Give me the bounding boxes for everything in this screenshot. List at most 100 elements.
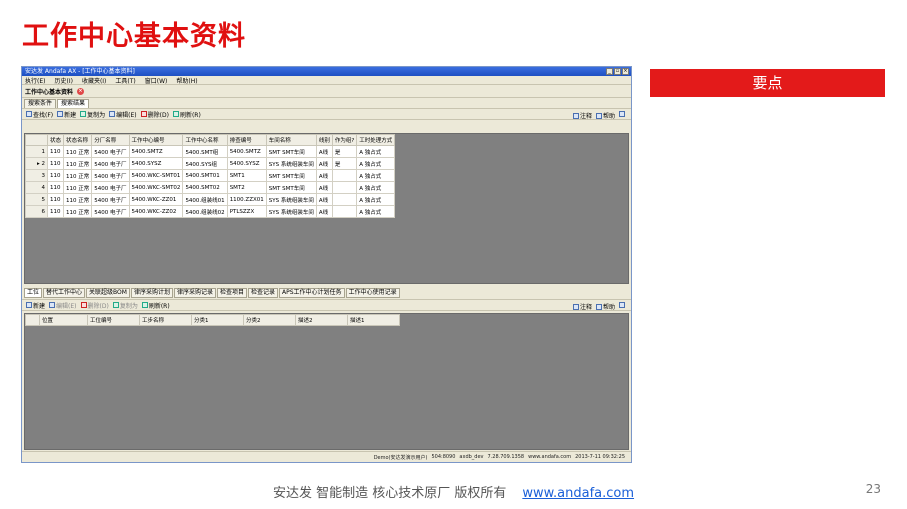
notes-button[interactable]: 注释: [572, 111, 592, 120]
table-cell[interactable]: A 独占式: [356, 181, 396, 194]
table-cell[interactable]: 5400.WKC-ZZ01: [128, 193, 184, 206]
edit-button[interactable]: 编辑(E): [109, 110, 137, 119]
tab-detail[interactable]: 检查记录: [248, 288, 279, 298]
table-cell[interactable]: 是: [331, 145, 358, 158]
tab-detail[interactable]: APS工作中心计划任务: [279, 288, 345, 298]
table-cell[interactable]: PTLSZZX: [226, 205, 267, 218]
column-header[interactable]: 工位编号: [87, 314, 140, 326]
table-cell[interactable]: A线: [315, 181, 333, 194]
table-cell[interactable]: A线: [315, 169, 333, 182]
table-cell[interactable]: A线: [315, 157, 333, 170]
settings-icon[interactable]: [619, 111, 625, 117]
table-cell[interactable]: A 独占式: [356, 205, 396, 218]
table-row[interactable]: 5 110 110 正常 5400 电子厂 5400.WKC-ZZ01 5400.组装线0…: [25, 193, 396, 206]
detail-delete-button[interactable]: 删除(D): [80, 301, 109, 310]
table-cell[interactable]: 5400.SYS组: [182, 157, 228, 170]
table-cell[interactable]: A 独占式: [356, 157, 396, 170]
minimize-button[interactable]: _: [606, 68, 613, 75]
tab-detail[interactable]: 替代工作中心: [43, 288, 86, 298]
table-cell[interactable]: 5400.SYSZ: [226, 157, 267, 170]
table-cell[interactable]: 110 正常: [63, 145, 93, 158]
table-cell[interactable]: 5400 电子厂: [91, 181, 130, 194]
detail-edit-button[interactable]: 编辑(E): [49, 301, 77, 310]
tab-detail[interactable]: 工作中心使用记录: [345, 288, 400, 298]
table-cell[interactable]: A线: [315, 145, 333, 158]
column-header[interactable]: 分类1: [191, 314, 244, 326]
refresh-button[interactable]: 刷新(R): [172, 110, 201, 119]
table-cell[interactable]: A 独占式: [356, 145, 396, 158]
column-header[interactable]: 工时处理方式: [356, 134, 396, 146]
table-cell[interactable]: 110 正常: [63, 181, 93, 194]
table-cell[interactable]: SMT SMT车间: [265, 145, 317, 158]
column-header[interactable]: 描述2: [295, 314, 348, 326]
table-cell[interactable]: 5400 电子厂: [91, 145, 130, 158]
table-cell[interactable]: [331, 181, 358, 194]
menu-help[interactable]: 帮助(H): [176, 76, 197, 85]
table-cell[interactable]: 5400.SMT01: [182, 169, 228, 182]
tab-detail[interactable]: 检查项目: [216, 288, 247, 298]
table-cell[interactable]: SMT SMT车间: [265, 181, 317, 194]
table-cell[interactable]: 5400.组装线02: [182, 205, 228, 218]
menu-window[interactable]: 窗口(W): [145, 76, 168, 85]
footer-link[interactable]: www.andafa.com: [522, 486, 634, 501]
table-cell[interactable]: SMT1: [226, 169, 267, 182]
column-header[interactable]: 状态名称: [63, 134, 93, 146]
table-cell[interactable]: 5400 电子厂: [91, 157, 130, 170]
column-header[interactable]: 描述1: [347, 314, 400, 326]
table-cell[interactable]: 是: [331, 157, 358, 170]
tab-detail[interactable]: 律序采购记录: [173, 288, 216, 298]
table-cell[interactable]: SYS 系统组装车间: [265, 157, 317, 170]
close-button[interactable]: ×: [622, 68, 629, 75]
table-row[interactable]: ▸ 2 110 110 正常 5400 电子厂 5400.SYSZ 5400.SYS组 54…: [25, 157, 396, 170]
table-cell[interactable]: 110: [46, 205, 65, 218]
table-cell[interactable]: 110: [46, 169, 65, 182]
help-button[interactable]: 帮助: [595, 111, 615, 120]
delete-button[interactable]: 删除(D): [140, 110, 169, 119]
table-cell[interactable]: 110: [46, 181, 65, 194]
table-cell[interactable]: A 独占式: [356, 193, 396, 206]
table-cell[interactable]: [331, 193, 358, 206]
table-cell[interactable]: 5400.SMTZ: [226, 145, 267, 158]
table-row[interactable]: 6 110 110 正常 5400 电子厂 5400.WKC-ZZ02 5400.组装线0…: [25, 205, 396, 218]
table-cell[interactable]: 110: [46, 145, 65, 158]
table-cell[interactable]: SMT SMT车间: [265, 169, 317, 182]
column-header[interactable]: 工步名称: [139, 314, 192, 326]
table-cell[interactable]: SYS 系统组装车间: [265, 205, 317, 218]
table-cell[interactable]: 5400.SMT组: [182, 145, 228, 158]
detail-help-button[interactable]: 帮助: [595, 302, 615, 311]
column-header[interactable]: 分类2: [243, 314, 296, 326]
tab-detail[interactable]: 工位: [24, 288, 43, 298]
table-cell[interactable]: 5400.WKC-SMT01: [128, 169, 184, 182]
table-cell[interactable]: 5400 电子厂: [91, 205, 130, 218]
table-cell[interactable]: A线: [315, 205, 333, 218]
table-row[interactable]: 4 110 110 正常 5400 电子厂 5400.WKC-SMT02 5400.SMT…: [25, 181, 396, 194]
table-cell[interactable]: 5400.SYSZ: [128, 157, 184, 170]
table-cell[interactable]: 110 正常: [63, 169, 93, 182]
table-cell[interactable]: 5400.SMT02: [182, 181, 228, 194]
table-cell[interactable]: 5400.SMTZ: [128, 145, 184, 158]
table-cell[interactable]: 110 正常: [63, 157, 93, 170]
tab-detail[interactable]: 律序采购计划: [130, 288, 173, 298]
table-cell[interactable]: A线: [315, 193, 333, 206]
table-cell[interactable]: 110 正常: [63, 193, 93, 206]
document-tab[interactable]: 工作中心基本资料 ×: [22, 85, 631, 98]
maximize-button[interactable]: ▫: [614, 68, 621, 75]
table-cell[interactable]: SYS 系统组装车间: [265, 193, 317, 206]
column-header[interactable]: 工作中心名称: [182, 134, 228, 146]
table-row[interactable]: 1 110 110 正常 5400 电子厂 5400.SMTZ 5400.SMT组 5400…: [25, 145, 396, 158]
close-tab-icon[interactable]: ×: [77, 87, 85, 95]
table-cell[interactable]: 110: [46, 157, 65, 170]
table-cell[interactable]: 5400 电子厂: [91, 193, 130, 206]
menu-history[interactable]: 历史(I): [54, 76, 72, 85]
table-cell[interactable]: 1100.ZZX01: [226, 193, 267, 206]
copy-as-button[interactable]: 复制为: [80, 110, 105, 119]
table-cell[interactable]: 5400.WKC-ZZ02: [128, 205, 184, 218]
detail-refresh-button[interactable]: 刷新(R): [141, 301, 170, 310]
tab-detail[interactable]: 关联超级BOM: [86, 288, 130, 298]
table-cell[interactable]: 110 正常: [63, 205, 93, 218]
column-header[interactable]: 位置: [39, 314, 88, 326]
table-cell[interactable]: A 独占式: [356, 169, 396, 182]
column-header[interactable]: 作为组?: [331, 134, 358, 146]
table-cell[interactable]: 5400.组装线01: [182, 193, 228, 206]
table-row[interactable]: 3 110 110 正常 5400 电子厂 5400.WKC-SMT01 5400.SMT…: [25, 169, 396, 182]
